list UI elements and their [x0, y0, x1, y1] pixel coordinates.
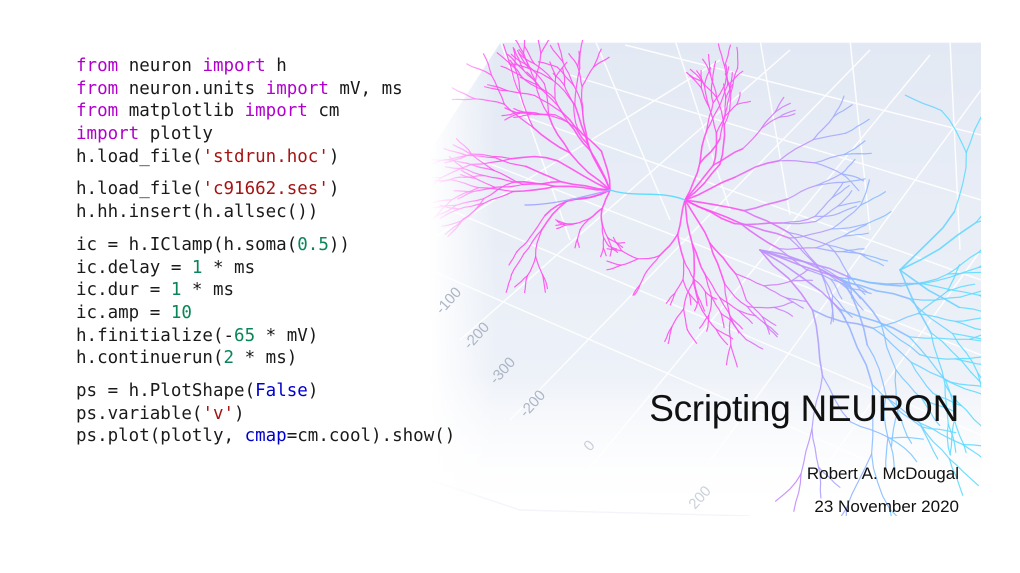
code-token-num: 2 [223, 348, 235, 369]
code-token: ) [234, 403, 245, 424]
code-token-bool: False [255, 380, 308, 401]
code-token: neuron.units [118, 78, 266, 99]
code-token: neuron [118, 56, 203, 76]
code-line: ic.amp = 10 [76, 302, 455, 325]
code-line: ps.plot(plotly, cmap=cm.cool).show() [76, 425, 455, 448]
code-token: ) [307, 380, 319, 401]
code-token: h [265, 56, 287, 76]
code-line: ic.delay = 1 * ms [76, 257, 455, 280]
code-token: ps = h.PlotShape( [76, 380, 256, 401]
code-token: ps.variable( [76, 403, 203, 424]
slide-title: Scripting NEURON [649, 388, 959, 429]
code-line: from neuron.units import mV, ms [76, 78, 455, 101]
code-token-param: cmap [244, 426, 287, 447]
code-token: mV, ms [328, 78, 403, 99]
slide-date: 23 November 2020 [814, 497, 959, 516]
code-token: * ms [202, 257, 256, 278]
code-token-kw: import [265, 78, 329, 99]
code-token: h.continuerun( [76, 348, 224, 369]
code-line: ic.dur = 1 * ms [76, 279, 455, 302]
code-line: h.hh.insert(h.allsec()) [76, 201, 455, 224]
code-line: h.load_file('c91662.ses') [76, 178, 455, 201]
code-line: from neuron import h [76, 55, 455, 78]
code-token-str: 'c91662.ses' [202, 179, 329, 200]
code-token-str: 'v' [202, 403, 235, 424]
code-token-kw: import [76, 124, 140, 145]
code-token-kw: from [76, 56, 119, 76]
code-gap [76, 370, 455, 380]
code-token-kw: import [244, 101, 308, 122]
code-token: )) [328, 234, 350, 255]
code-gap [76, 224, 455, 234]
code-token-str: 'stdrun.hoc' [202, 146, 329, 167]
code-token: ps.plot(plotly, [76, 426, 245, 447]
code-token: ic.amp = [76, 302, 171, 323]
code-token: ic.dur = [76, 280, 171, 301]
code-token-num: 1 [170, 280, 182, 301]
code-token-kw: from [76, 78, 119, 99]
code-token: * mV) [255, 325, 319, 346]
code-token: =cm.cool).show() [286, 426, 456, 447]
code-token: * ms [181, 280, 235, 301]
code-line: h.finitialize(-65 * mV) [76, 325, 455, 348]
code-token: h.finitialize(- [76, 325, 235, 346]
code-token-num: 10 [170, 302, 192, 323]
code-token: ) [328, 146, 340, 167]
code-token-kw: from [76, 101, 119, 122]
plot-canvas: -100-200-300-2000200 [430, 40, 981, 516]
code-line: from matplotlib import cm [76, 100, 455, 123]
code-token: cm [307, 101, 340, 122]
code-token-num: 65 [234, 325, 256, 346]
code-token: ) [328, 179, 340, 200]
code-token-kw: import [202, 56, 266, 76]
slide-author: Robert A. McDougal [806, 464, 959, 483]
title-slide: -100 -200 -300 -200 0 200 from neuron import … [0, 0, 1020, 573]
code-token: h.load_file( [76, 179, 203, 200]
code-line: ps = h.PlotShape(False) [76, 380, 455, 403]
code-block: from neuron import h from neuron.units im… [76, 55, 455, 448]
code-token: ic = h.IClamp(h.soma( [76, 234, 298, 255]
code-token: h.hh.insert(h.allsec()) [76, 202, 319, 223]
code-line: ps.variable('v') [76, 403, 455, 426]
code-line: h.load_file('stdrun.hoc') [76, 146, 455, 169]
code-token: ic.delay = [76, 257, 192, 278]
neuron-3d-plot[interactable]: -100 -200 -300 -200 0 200 [430, 40, 981, 516]
code-token-num: 1 [191, 257, 203, 278]
plot-fade-overlay [430, 40, 981, 516]
code-line: h.continuerun(2 * ms) [76, 347, 455, 370]
code-token: matplotlib [118, 101, 245, 122]
code-token: plotly [139, 124, 213, 145]
code-gap [76, 168, 455, 178]
code-token-num: 0.5 [297, 234, 329, 255]
code-line: ic = h.IClamp(h.soma(0.5)) [76, 234, 455, 257]
code-line: import plotly [76, 123, 455, 146]
code-token: * ms) [234, 348, 298, 369]
code-token: h.load_file( [76, 146, 203, 167]
